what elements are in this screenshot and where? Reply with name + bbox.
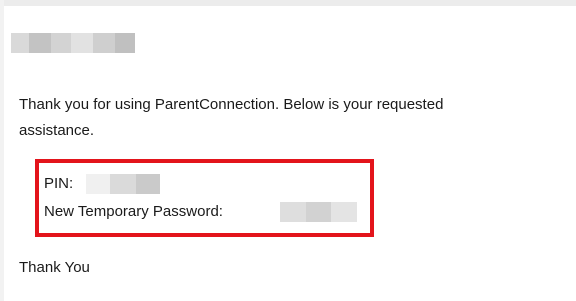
email-body: Thank you for using ParentConnection. Be…: [19, 92, 575, 144]
redacted-greeting: [11, 33, 135, 53]
body-line: Thank you for using ParentConnection. Be…: [19, 96, 444, 113]
redacted-password-value: [280, 202, 357, 222]
pin-label: PIN:: [44, 175, 74, 192]
redacted-pin-value: [86, 174, 160, 194]
window-top-edge: [0, 0, 576, 6]
closing-text: Thank You: [19, 259, 90, 276]
window-left-edge: [0, 0, 4, 301]
email-view: Thank you for using ParentConnection. Be…: [0, 0, 576, 301]
credentials-highlight-box: [35, 159, 374, 237]
body-line: assistance.: [19, 122, 95, 139]
temporary-password-label: New Temporary Password:: [44, 203, 223, 220]
